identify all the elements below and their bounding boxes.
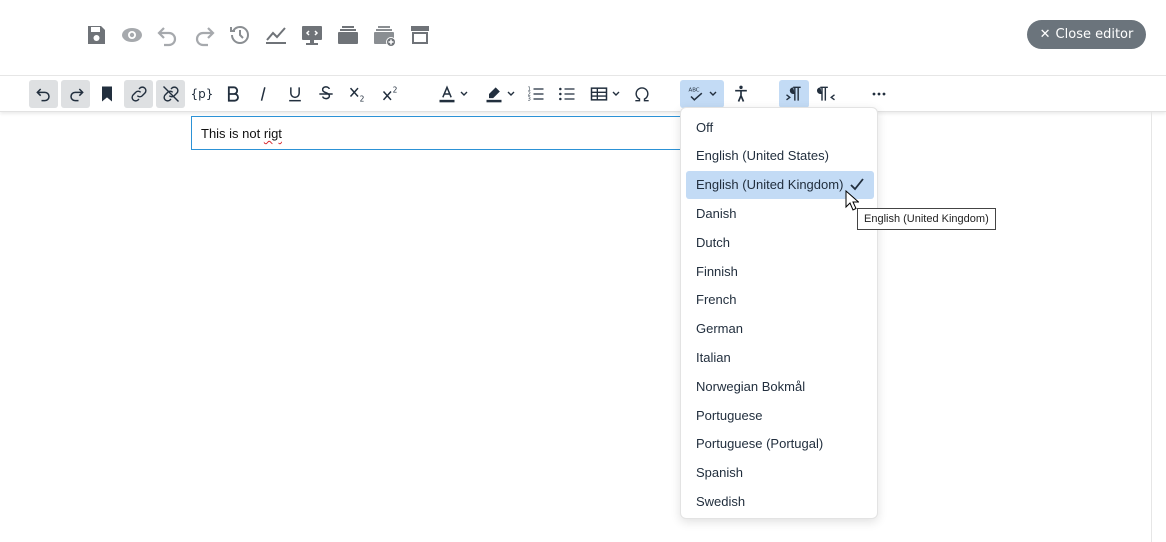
- menu-item[interactable]: Swedish: [686, 487, 874, 515]
- redo-icon[interactable]: [61, 80, 90, 108]
- svg-text:2: 2: [393, 85, 398, 94]
- menu-item-label: Portuguese: [696, 407, 763, 423]
- mouse-cursor-icon: [845, 190, 859, 211]
- menu-item-label: French: [696, 292, 737, 308]
- menu-item[interactable]: Norwegian Bokmål: [686, 372, 874, 400]
- more-icon[interactable]: [865, 80, 893, 108]
- close-editor-button[interactable]: ✕ Close editor: [1027, 20, 1146, 49]
- menu-item[interactable]: Spanish: [686, 459, 874, 487]
- svg-text:3: 3: [528, 97, 531, 103]
- bullet-list-icon[interactable]: [554, 80, 580, 108]
- content-frame-border: [1151, 112, 1152, 542]
- menu-item-label: Swedish: [696, 493, 746, 509]
- close-editor-label: Close editor: [1055, 27, 1134, 42]
- placeholder-label: {p}: [190, 87, 214, 101]
- strikethrough-icon[interactable]: [313, 80, 339, 108]
- bold-icon[interactable]: [220, 80, 246, 108]
- tooltip: English (United Kingdom): [857, 208, 996, 230]
- text-color-icon[interactable]: [431, 80, 475, 108]
- menu-item-label: Off: [696, 119, 714, 135]
- menu-item-label: Danish: [696, 205, 737, 221]
- stack-icon[interactable]: [335, 22, 361, 48]
- menu-item-label: English (United Kingdom): [696, 177, 844, 193]
- placeholder-icon[interactable]: {p}: [189, 80, 215, 108]
- subscript-icon[interactable]: 2: [344, 80, 372, 108]
- menu-item[interactable]: English (United States): [686, 142, 874, 170]
- stats-icon[interactable]: [263, 22, 289, 48]
- superscript-icon[interactable]: 2: [377, 80, 405, 108]
- add-stack-icon[interactable]: [371, 22, 397, 48]
- redo-icon[interactable]: [191, 22, 217, 48]
- ltr-direction-icon[interactable]: [779, 80, 809, 108]
- menu-item[interactable]: Finnish: [686, 257, 874, 285]
- menu-item[interactable]: Portuguese (Portugal): [686, 430, 874, 458]
- top-toolbar: ✕ Close editor: [0, 0, 1166, 76]
- undo-icon[interactable]: [155, 22, 181, 48]
- menu-item-label: Italian: [696, 349, 731, 365]
- menu-item-label: German: [696, 321, 743, 337]
- special-character-icon[interactable]: [629, 80, 655, 108]
- save-icon[interactable]: [83, 22, 109, 48]
- svg-text:2: 2: [360, 95, 365, 104]
- highlight-color-icon[interactable]: [478, 80, 522, 108]
- misspelled-word[interactable]: rigt: [264, 126, 282, 141]
- menu-item-label: Portuguese (Portugal): [696, 436, 824, 452]
- undo-icon[interactable]: [29, 80, 58, 108]
- spellcheck-icon[interactable]: ABC: [680, 80, 724, 108]
- menu-item[interactable]: French: [686, 286, 874, 314]
- menu-item-label: Spanish: [696, 465, 743, 481]
- history-icon[interactable]: [227, 22, 253, 48]
- menu-item-label: Finnish: [696, 263, 738, 279]
- spellcheck-language-menu: Off English (United States) English (Unite…: [680, 107, 878, 519]
- italic-icon[interactable]: [251, 80, 277, 108]
- menu-item[interactable]: Dutch: [686, 228, 874, 256]
- menu-item-label: Norwegian Bokmål: [696, 378, 806, 394]
- table-icon[interactable]: [586, 80, 624, 108]
- menu-item[interactable]: Off: [686, 113, 874, 141]
- svg-text:ABC: ABC: [689, 88, 700, 94]
- menu-item[interactable]: Portuguese: [686, 401, 874, 429]
- editor-toolbar: {p} 2 2 123 ABC: [0, 76, 1166, 112]
- editor-text: This is not: [201, 126, 264, 141]
- underline-icon[interactable]: [282, 80, 308, 108]
- screen-icon[interactable]: [299, 22, 325, 48]
- menu-item-label: English (United States): [696, 148, 829, 164]
- menu-item-label: Dutch: [696, 234, 730, 250]
- ordered-list-icon[interactable]: 123: [523, 80, 549, 108]
- archive-icon[interactable]: [407, 22, 433, 48]
- menu-item[interactable]: German: [686, 315, 874, 343]
- close-icon: ✕: [1039, 27, 1051, 42]
- editor-text-area[interactable]: This is not rigt: [191, 116, 681, 150]
- bookmark-icon[interactable]: [94, 80, 120, 108]
- rtl-direction-icon[interactable]: [813, 80, 841, 108]
- unlink-icon[interactable]: [156, 80, 185, 108]
- accessibility-icon[interactable]: [728, 80, 754, 108]
- menu-item[interactable]: Italian: [686, 343, 874, 371]
- preview-icon[interactable]: [119, 22, 145, 48]
- link-icon[interactable]: [124, 80, 153, 108]
